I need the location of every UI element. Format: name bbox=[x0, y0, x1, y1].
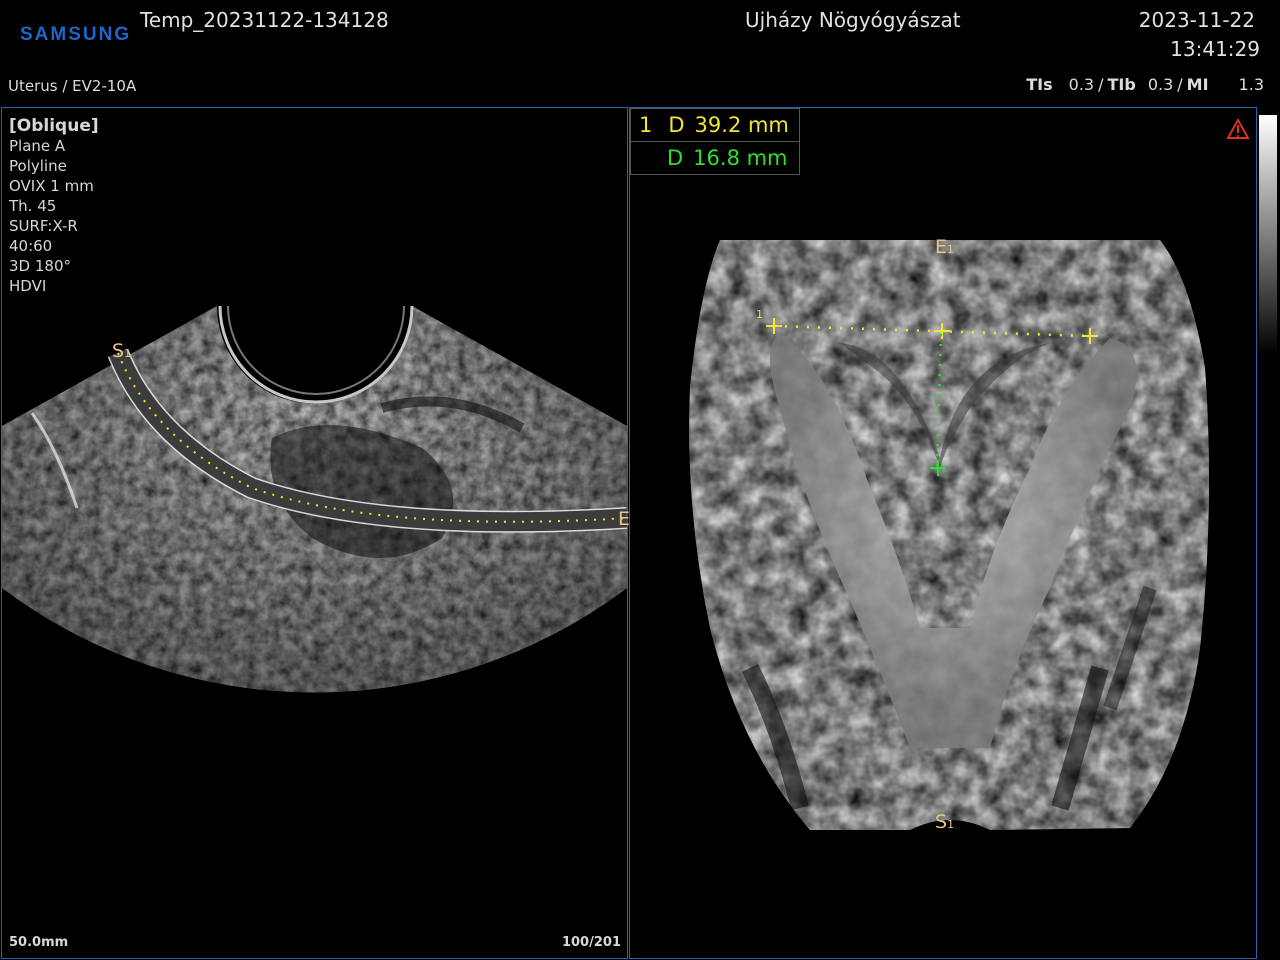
mix-ratio: 40:60 bbox=[9, 237, 53, 255]
measurement-row-1[interactable]: 1 D 39.2 mm bbox=[630, 108, 800, 142]
safety-indices: TIs 0.3 / TIb 0.3 / MI 1.3 bbox=[1026, 75, 1264, 94]
measurement-row-2[interactable]: D 16.8 mm bbox=[630, 141, 800, 175]
left-image-panel[interactable]: [Oblique] Plane A Polyline OVIX 1 mm Th.… bbox=[1, 107, 630, 959]
bottom-marker: S1 bbox=[935, 811, 955, 833]
exam-time: 13:41:29 bbox=[1170, 37, 1260, 61]
measurement-value: 16.8 mm bbox=[693, 146, 788, 170]
measurement-value: 39.2 mm bbox=[694, 113, 789, 137]
mi-value: 1.3 bbox=[1238, 75, 1264, 94]
institution-name: Ujházy Nögyógyászat bbox=[745, 8, 961, 32]
polyline-start-marker[interactable]: S1 bbox=[112, 340, 131, 362]
tib-label: TIb bbox=[1107, 75, 1136, 94]
file-name: Temp_20231122-134128 bbox=[140, 8, 389, 32]
warning-icon bbox=[1226, 117, 1250, 139]
tis-value: 0.3 bbox=[1068, 75, 1095, 94]
acquisition-info: [Oblique] Plane A Polyline OVIX 1 mm Th.… bbox=[9, 116, 99, 296]
surface-mode: SURF:X-R bbox=[9, 217, 78, 235]
plane-label: Plane A bbox=[9, 137, 66, 155]
caliper-index-label: 1 bbox=[756, 308, 763, 321]
top-marker: E1 bbox=[935, 236, 955, 258]
render-mode: Polyline bbox=[9, 157, 67, 175]
view-mode: [Oblique] bbox=[9, 116, 99, 136]
measurement-label: D bbox=[668, 113, 685, 137]
right-image-panel[interactable]: 1 D 39.2 mm D 16.8 mm 1 E1 S1 bbox=[629, 107, 1257, 959]
exam-date: 2023-11-22 bbox=[1138, 8, 1255, 32]
frame-counter: 100/201 bbox=[561, 935, 621, 950]
sweep-angle: 3D 180° bbox=[9, 257, 71, 275]
ovix-thickness: OVIX 1 mm bbox=[9, 177, 94, 195]
depth-scale: 50.0mm bbox=[9, 935, 69, 950]
mi-label: MI bbox=[1186, 75, 1209, 94]
tis-label: TIs bbox=[1026, 75, 1053, 94]
measurement-index: 1 bbox=[639, 113, 653, 137]
render-filter: HDVI bbox=[9, 277, 47, 295]
grayscale-bar bbox=[1259, 115, 1277, 355]
tib-value: 0.3 bbox=[1147, 75, 1174, 94]
probe-preset: Uterus / EV2-10A bbox=[8, 77, 137, 95]
brand-logo: SAMSUNG bbox=[20, 24, 132, 45]
threshold: Th. 45 bbox=[9, 197, 57, 215]
measurement-label: D bbox=[667, 146, 684, 170]
